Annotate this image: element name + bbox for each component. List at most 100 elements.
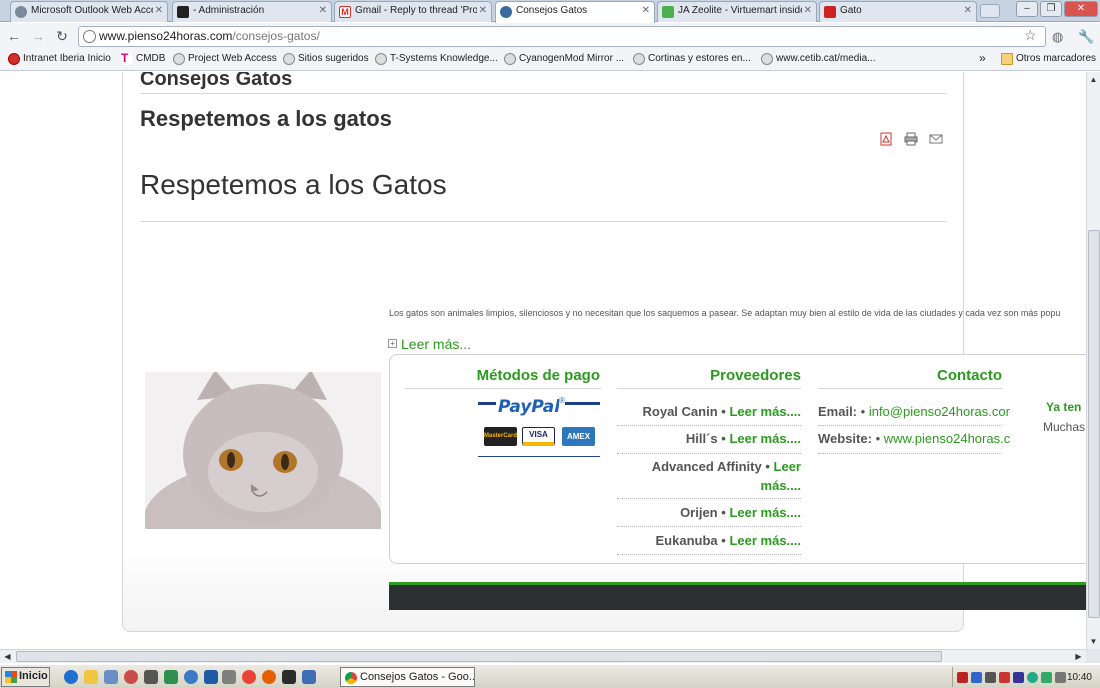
pdf-icon[interactable]: [879, 132, 893, 146]
scroll-left-arrow-icon[interactable]: ◀: [1, 650, 14, 663]
contact-title: Contacto: [937, 367, 1002, 384]
tab-ja-zeolite[interactable]: JA Zeolite - Virtuemart inside ✕: [657, 1, 817, 22]
tray-icon[interactable]: [1027, 672, 1038, 683]
tab-strip: Microsoft Outlook Web Acces ✕ - Administ…: [0, 0, 1100, 23]
app-icon[interactable]: [282, 670, 296, 684]
bookmark-item[interactable]: www.cetib.cat/media...: [761, 53, 875, 65]
provider-read-more-link[interactable]: Leer más....: [729, 404, 801, 419]
app-icon[interactable]: [204, 670, 218, 684]
divider: [140, 221, 946, 222]
horizontal-scrollbar[interactable]: ◀ ▶: [0, 649, 1086, 663]
tab-outlook[interactable]: Microsoft Outlook Web Acces ✕: [10, 1, 168, 22]
provider-read-more-link[interactable]: Leer más....: [729, 431, 801, 446]
bookmark-item[interactable]: Sitios sugeridos: [283, 53, 369, 65]
clock: 10:40: [1066, 672, 1092, 683]
network-icon[interactable]: [302, 670, 316, 684]
bookmark-item[interactable]: T CMDB: [121, 52, 166, 65]
tab-title: Consejos Gatos: [516, 5, 588, 16]
volume-icon[interactable]: [1055, 672, 1066, 683]
tab-gato[interactable]: Gato ✕: [819, 1, 977, 22]
firefox-icon[interactable]: [262, 670, 276, 684]
tray-icon[interactable]: [985, 672, 996, 683]
paypal-badge: PayPal ® MasterCard VISA AMEX: [478, 396, 600, 457]
bullet: •: [721, 505, 726, 520]
bookmark-item[interactable]: Project Web Access: [173, 53, 277, 65]
wrench-icon[interactable]: 🔧: [1078, 29, 1094, 45]
bookmarks-overflow-chevron[interactable]: »: [979, 51, 986, 65]
article-subtitle[interactable]: Respetemos a los gatos: [140, 106, 392, 132]
extension-globe-icon[interactable]: ◍: [1052, 29, 1068, 45]
globe-icon: [504, 53, 516, 65]
app-icon[interactable]: [164, 670, 178, 684]
close-icon[interactable]: ✕: [316, 5, 327, 16]
tab-consejos-gatos[interactable]: Consejos Gatos ✕: [495, 1, 655, 23]
horizontal-scroll-thumb[interactable]: [16, 651, 942, 662]
window-close-button[interactable]: ✕: [1064, 1, 1098, 17]
close-icon[interactable]: ✕: [961, 5, 972, 16]
media-player-icon[interactable]: [184, 670, 198, 684]
bookmark-item[interactable]: Cortinas y estores en...: [633, 53, 751, 65]
maximize-button[interactable]: ❐: [1040, 1, 1062, 17]
tray-icon[interactable]: [1041, 672, 1052, 683]
bookmark-item[interactable]: CyanogenMod Mirror ...: [504, 53, 624, 65]
read-more-link[interactable]: + Leer más...: [388, 336, 471, 352]
vertical-scrollbar[interactable]: ▲ ▼: [1086, 72, 1100, 649]
iberia-icon: [8, 53, 20, 65]
provider-eukanuba: Eukanuba • Leer más....: [617, 531, 801, 550]
scroll-up-arrow-icon[interactable]: ▲: [1087, 73, 1100, 86]
address-toolbar: ← → ↻ www.pienso24horas.com/consejos-gat…: [0, 23, 1100, 50]
tray-icon[interactable]: [1013, 672, 1024, 683]
provider-name: Eukanuba: [655, 533, 718, 548]
reload-icon[interactable]: ↻: [53, 27, 71, 45]
registered-mark: ®: [559, 396, 565, 405]
url-path: /consejos-gatos/: [232, 29, 320, 43]
tray-icon[interactable]: [999, 672, 1010, 683]
desktop-icon[interactable]: [104, 670, 118, 684]
address-bar[interactable]: www.pienso24horas.com/consejos-gatos/: [78, 26, 1046, 47]
ie-icon[interactable]: [64, 670, 78, 684]
windows-logo-icon: [5, 671, 17, 683]
bookmark-item[interactable]: Intranet Iberia Inicio: [8, 53, 111, 65]
close-icon[interactable]: ✕: [639, 5, 650, 16]
minimize-button[interactable]: –: [1016, 1, 1038, 17]
start-button[interactable]: Inicio: [1, 667, 50, 687]
divider: [405, 388, 601, 389]
outlook-icon[interactable]: [84, 670, 98, 684]
tray-icon[interactable]: [971, 672, 982, 683]
back-arrow-icon[interactable]: ←: [5, 27, 23, 45]
vertical-scroll-thumb[interactable]: [1088, 230, 1100, 618]
email-link[interactable]: info@pienso24horas.com: [869, 404, 1010, 419]
scroll-right-arrow-icon[interactable]: ▶: [1072, 650, 1085, 663]
other-bookmarks-folder[interactable]: Otros marcadores: [1001, 53, 1096, 65]
close-icon[interactable]: ✕: [801, 5, 812, 16]
print-icon[interactable]: [904, 132, 918, 146]
scroll-down-arrow-icon[interactable]: ▼: [1087, 635, 1100, 648]
close-icon[interactable]: ✕: [152, 5, 163, 16]
url-host: www.pienso24horas.com: [99, 29, 233, 43]
forward-arrow-icon[interactable]: →: [29, 27, 47, 45]
bookmark-label: CMDB: [136, 53, 166, 64]
globe-icon: [375, 53, 387, 65]
app-icon[interactable]: [222, 670, 236, 684]
tab-title: Gato: [840, 5, 862, 16]
tray-icon[interactable]: [957, 672, 968, 683]
website-link[interactable]: www.pienso24horas.com: [884, 431, 1010, 446]
bookmarks-bar: Intranet Iberia Inicio T CMDB Project Web…: [0, 50, 1100, 71]
app-icon[interactable]: [144, 670, 158, 684]
provider-name: Hill´s: [685, 431, 718, 446]
bookmark-star-icon[interactable]: ☆: [1024, 27, 1037, 44]
new-tab-button[interactable]: [980, 4, 1000, 18]
tab-gmail[interactable]: M Gmail - Reply to thread 'Probl ✕: [334, 1, 492, 22]
bookmark-item[interactable]: T-Systems Knowledge...: [375, 53, 498, 65]
provider-read-more-link[interactable]: Leer más....: [729, 505, 801, 520]
email-icon[interactable]: [929, 132, 943, 146]
chrome-icon[interactable]: [242, 670, 256, 684]
app-icon[interactable]: [124, 670, 138, 684]
divider: [617, 554, 801, 555]
taskbar-window-button[interactable]: Consejos Gatos - Goo...: [340, 667, 475, 687]
page-icon: [83, 30, 96, 43]
close-icon[interactable]: ✕: [476, 5, 487, 16]
article-intro: Los gatos son animales limpios, silencio…: [389, 308, 1061, 318]
tab-administracion[interactable]: - Administración ✕: [172, 1, 332, 22]
provider-read-more-link[interactable]: Leer más....: [729, 533, 801, 548]
